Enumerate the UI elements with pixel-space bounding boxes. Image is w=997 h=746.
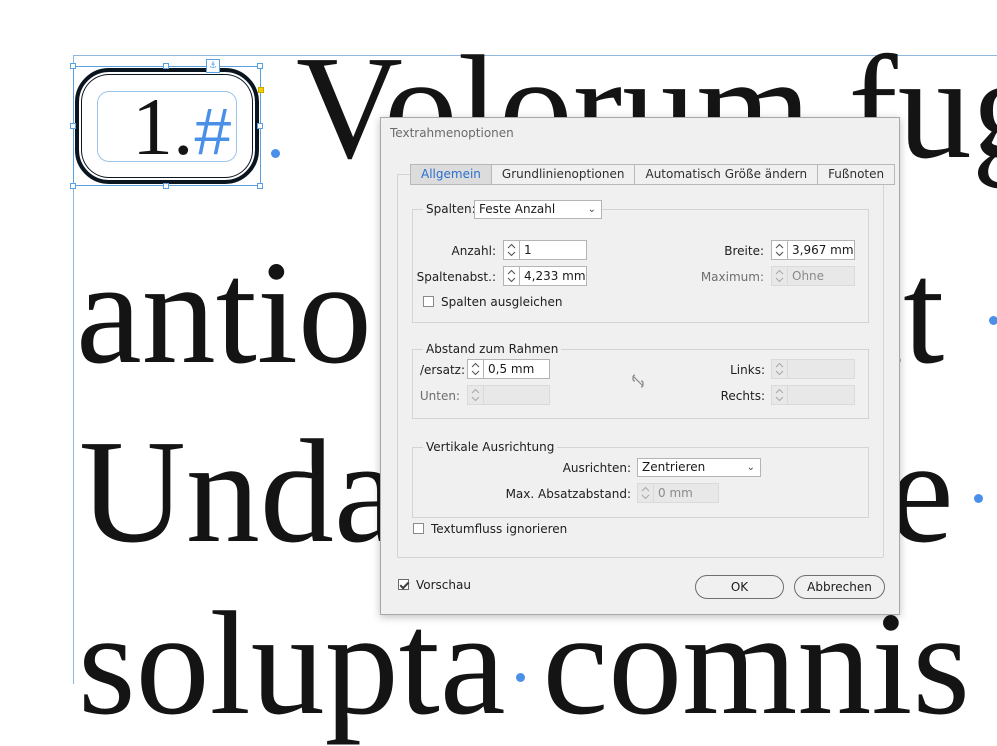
selection-handle[interactable] (257, 123, 263, 129)
vertical-alignment-label: Vertikale Ausrichtung (423, 440, 558, 454)
tab-auto-size[interactable]: Automatisch Größe ändern (635, 164, 819, 185)
gutter-stepper[interactable]: 4,233 mm (503, 266, 587, 286)
balance-columns-checkbox[interactable] (423, 296, 434, 307)
selection-handle[interactable] (257, 183, 263, 189)
broken-chain-icon[interactable] (631, 373, 645, 389)
inset-left-stepper (771, 359, 855, 379)
stepper-arrows-icon[interactable] (468, 360, 484, 378)
text-frame-options-dialog: Textrahmenoptionen Allgemein Grundlinien… (380, 117, 900, 615)
auto-number-marker: # (193, 94, 231, 168)
live-corner-handle[interactable] (258, 87, 264, 93)
inset-spacing-label: Abstand zum Rahmen (423, 342, 562, 356)
width-value[interactable]: 3,967 mm (788, 241, 854, 259)
columns-mode-value: Feste Anzahl (479, 202, 556, 216)
gutter-value[interactable]: 4,233 mm (520, 267, 586, 285)
footnote-number: 1. (132, 81, 194, 172)
anchor-icon[interactable]: ⚓ (206, 59, 220, 73)
width-stepper[interactable]: 3,967 mm (771, 240, 855, 260)
space-marker (271, 149, 280, 158)
space-marker (989, 316, 997, 325)
text-line-3-left: Unda (79, 410, 400, 574)
inset-bottom-label: Unten: (419, 389, 460, 403)
inset-left-label: Links: (730, 363, 765, 377)
inset-left-value (788, 360, 854, 378)
preview-checkbox[interactable] (398, 579, 409, 590)
max-paragraph-spacing-label: Max. Absatzabstand: (505, 487, 631, 501)
tab-baseline-options[interactable]: Grundlinienoptionen (491, 164, 636, 185)
inset-top-value[interactable]: 0,5 mm (484, 360, 549, 378)
width-label: Breite: (724, 244, 764, 258)
inset-right-stepper (771, 385, 855, 405)
selection-handle[interactable] (163, 183, 169, 189)
dialog-title: Textrahmenoptionen (390, 126, 514, 140)
gutter-label: Spaltenabst.: (416, 270, 496, 284)
stepper-arrows-icon[interactable] (772, 241, 788, 259)
stepper-arrows-icon (772, 360, 788, 378)
stepper-arrows-icon (772, 267, 788, 285)
max-paragraph-spacing-stepper: 0 mm (637, 483, 719, 503)
inset-bottom-value (484, 386, 549, 404)
tab-general[interactable]: Allgemein (410, 164, 492, 185)
stepper-arrows-icon[interactable] (504, 241, 520, 259)
count-label: Anzahl: (451, 244, 496, 258)
maximum-value: Ohne (792, 269, 825, 283)
space-marker (516, 673, 525, 682)
inset-top-label: /ersatz: (420, 363, 466, 377)
balance-columns-label[interactable]: Spalten ausgleichen (441, 295, 563, 309)
inset-bottom-stepper (467, 385, 550, 405)
space-marker (974, 494, 983, 503)
tab-footnotes[interactable]: Fußnoten (818, 164, 896, 185)
align-label: Ausrichten: (562, 461, 631, 475)
text-line-2-left: antio (76, 231, 372, 395)
align-value: Zentrieren (642, 460, 706, 474)
chevron-down-icon: ⌄ (746, 462, 755, 473)
tab-bar: Allgemein Grundlinienoptionen Automatisc… (410, 164, 896, 185)
selection-handle[interactable] (163, 63, 169, 69)
selection-handle[interactable] (70, 123, 76, 129)
preview-label[interactable]: Vorschau (416, 578, 471, 592)
cancel-button[interactable]: Abbrechen (794, 575, 885, 599)
stepper-arrows-icon[interactable] (504, 267, 520, 285)
inset-right-label: Rechts: (720, 389, 765, 403)
selection-handle[interactable] (70, 63, 76, 69)
selection-handle[interactable] (257, 63, 263, 69)
anchored-number-text: 1.# (132, 86, 230, 172)
ok-button[interactable]: OK (695, 575, 784, 599)
inset-right-value (788, 386, 854, 404)
stepper-arrows-icon (638, 484, 654, 502)
maximum-stepper: Ohne (771, 266, 855, 286)
ignore-text-wrap-checkbox[interactable] (413, 523, 424, 534)
columns-mode-select[interactable]: Feste Anzahl ⌄ (474, 200, 602, 219)
maximum-label: Maximum: (700, 270, 764, 284)
chevron-down-icon: ⌄ (587, 204, 596, 215)
selection-handle[interactable] (70, 183, 76, 189)
stepper-arrows-icon (468, 386, 484, 404)
align-select[interactable]: Zentrieren ⌄ (637, 458, 761, 477)
max-paragraph-spacing-value: 0 mm (658, 486, 693, 500)
stepper-arrows-icon (772, 386, 788, 404)
inset-top-stepper[interactable]: 0,5 mm (467, 359, 550, 379)
count-value[interactable]: 1 (520, 241, 586, 259)
count-stepper[interactable]: 1 (503, 240, 587, 260)
columns-label: Spalten: (423, 202, 479, 216)
ignore-text-wrap-label[interactable]: Textumfluss ignorieren (431, 522, 567, 536)
